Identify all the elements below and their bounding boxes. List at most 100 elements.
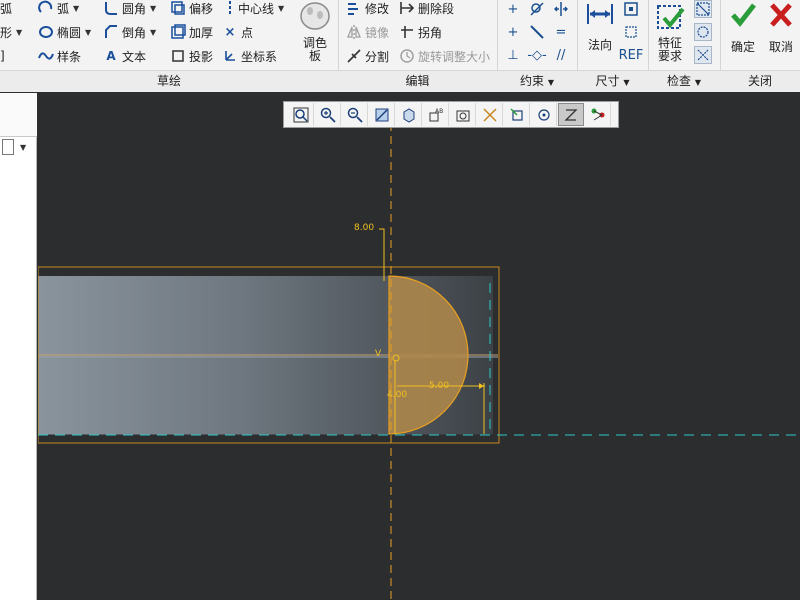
mirror-button[interactable]: 镜像: [346, 22, 389, 42]
dimension-dropdown-icon: ▼: [623, 78, 630, 87]
mirror-icon: [346, 24, 362, 40]
dimension-width-value[interactable]: 5.00: [429, 381, 449, 391]
point-icon: ×: [224, 24, 236, 40]
coordinate-system-button[interactable]: 坐标系: [222, 46, 277, 66]
inspect-dropdown-icon: ▼: [694, 78, 701, 87]
row3-partial: ]: [0, 49, 5, 63]
sketcher-display-icon[interactable]: [585, 103, 611, 126]
display-style-icon[interactable]: [396, 103, 422, 126]
close-group-label: 关闭: [747, 74, 772, 88]
vertical-constraint-icon[interactable]: +: [504, 0, 522, 18]
centerline-button[interactable]: 中心线 ▼: [225, 0, 284, 18]
arc-icon: [38, 0, 54, 16]
view-manager-icon[interactable]: [450, 103, 476, 126]
project-button[interactable]: 投影: [170, 46, 213, 66]
highlight-open-ends-icon[interactable]: [694, 0, 712, 18]
symmetric-constraint-icon[interactable]: [552, 0, 570, 18]
ellipse-dropdown-icon[interactable]: ▼: [85, 28, 91, 37]
sketch-canvas[interactable]: [38, 93, 800, 600]
chamfer-label: 倒角: [122, 25, 147, 40]
document-icon[interactable]: [2, 139, 14, 155]
constraint-dropdown-icon: ▼: [547, 78, 554, 87]
ok-label: 确定: [730, 40, 755, 54]
spline-button[interactable]: 样条: [38, 46, 81, 66]
constraint-group-label[interactable]: 约束 ▼: [497, 72, 577, 90]
perimeter-dimension-icon[interactable]: [622, 0, 640, 18]
chamfer-dropdown-icon[interactable]: ▼: [150, 28, 156, 37]
chamfer-button[interactable]: 倒角 ▼: [103, 22, 156, 42]
text-icon: A: [106, 49, 116, 63]
datum-display-icon[interactable]: [477, 103, 503, 126]
delete-segment-label: 删除段: [418, 1, 455, 16]
offset-icon: [170, 0, 186, 16]
svg-text:AB: AB: [435, 108, 443, 115]
fillet-icon: [103, 0, 119, 16]
feature-requirements-button[interactable]: 特征要求: [652, 0, 688, 63]
perpendicular-constraint-icon[interactable]: ⊥: [504, 46, 522, 64]
corner-button[interactable]: 拐角: [399, 22, 442, 42]
palette-icon: [298, 0, 332, 37]
rectangle-dropdown-icon[interactable]: ▼: [16, 28, 22, 37]
mirror-label: 镜像: [365, 25, 390, 40]
divide-icon: [346, 48, 362, 64]
baseline-dimension-icon[interactable]: REF: [619, 46, 644, 64]
spin-center-icon[interactable]: [531, 103, 557, 126]
chamfer-icon: [103, 24, 119, 40]
thicken-icon: [170, 24, 186, 40]
rectangle-button[interactable]: 形 ▼: [0, 22, 22, 42]
tree-dropdown-icon[interactable]: ▼: [20, 143, 26, 152]
feature-requirements-icon: [653, 0, 687, 37]
midpoint-constraint-icon[interactable]: [528, 23, 546, 41]
horizontal-constraint-icon[interactable]: +: [504, 23, 522, 41]
tangent-constraint-icon[interactable]: [528, 0, 546, 18]
divide-label: 分割: [365, 49, 390, 64]
ribbon: 弧 弧 ▼ 圆角 ▼ 偏移 中心线 ▼ 形 ▼ 椭圆 ▼ 倒角 ▼ 加厚 × 点 ] 样条 …: [0, 0, 800, 92]
dimension-radius-value[interactable]: 4.00: [387, 390, 407, 400]
reference-dimension-icon[interactable]: [622, 23, 640, 41]
centerline-dropdown-icon[interactable]: ▼: [278, 4, 284, 13]
spline-icon: [38, 48, 54, 64]
rectangle-label: 形: [0, 25, 13, 40]
inspect-group-label[interactable]: 检查 ▼: [648, 72, 720, 90]
equal-constraint-icon[interactable]: =: [552, 23, 570, 41]
sketch-view-icon[interactable]: [558, 103, 584, 126]
annotation-display-icon[interactable]: [504, 103, 530, 126]
dimension-group-label[interactable]: 尺寸 ▼: [577, 72, 648, 90]
point-button[interactable]: × 点: [222, 22, 253, 42]
graphics-window[interactable]: 8.00 V 4.00 5.00: [38, 93, 800, 600]
ellipse-button[interactable]: 椭圆 ▼: [38, 22, 91, 42]
divide-button[interactable]: 分割: [346, 46, 389, 66]
arc-button[interactable]: 弧 ▼: [38, 0, 79, 18]
fillet-dropdown-icon[interactable]: ▼: [150, 4, 156, 13]
thicken-button[interactable]: 加厚: [170, 22, 213, 42]
offset-label: 偏移: [189, 1, 214, 16]
rotate-resize-button[interactable]: 旋转调整大小: [399, 46, 490, 66]
normal-dimension-button[interactable]: 法向: [584, 0, 616, 52]
saved-views-icon[interactable]: AB: [423, 103, 449, 126]
parallel-constraint-icon[interactable]: //: [552, 46, 570, 64]
refit-icon[interactable]: [288, 103, 314, 126]
dimension-top-value[interactable]: 8.00: [354, 223, 374, 233]
palette-button[interactable]: 调色板: [296, 0, 334, 63]
ok-button[interactable]: 确定: [726, 0, 760, 54]
zoom-out-icon[interactable]: [342, 103, 368, 126]
corner-label: 拐角: [418, 25, 443, 40]
shade-closed-loops-icon[interactable]: [694, 23, 712, 41]
overlapping-geometry-icon[interactable]: [694, 46, 712, 64]
modify-button[interactable]: 修改: [346, 0, 389, 18]
thicken-label: 加厚: [189, 25, 214, 40]
arc-left-partial[interactable]: 弧: [0, 0, 12, 18]
zoom-in-icon[interactable]: [315, 103, 341, 126]
cancel-button[interactable]: 取消: [764, 0, 798, 54]
offset-button[interactable]: 偏移: [170, 0, 213, 18]
delete-segment-icon: [399, 0, 415, 16]
arc-dropdown-icon[interactable]: ▼: [73, 4, 79, 13]
coincident-constraint-icon[interactable]: -◇-: [527, 46, 546, 64]
rotate-resize-icon: [399, 48, 415, 64]
delete-segment-button[interactable]: 删除段: [399, 0, 454, 18]
origin-label: V: [375, 349, 382, 359]
fillet-button[interactable]: 圆角 ▼: [103, 0, 156, 18]
text-button[interactable]: A 文本: [103, 46, 146, 66]
repaint-icon[interactable]: [369, 103, 395, 126]
coordinate-system-icon: [222, 48, 238, 64]
